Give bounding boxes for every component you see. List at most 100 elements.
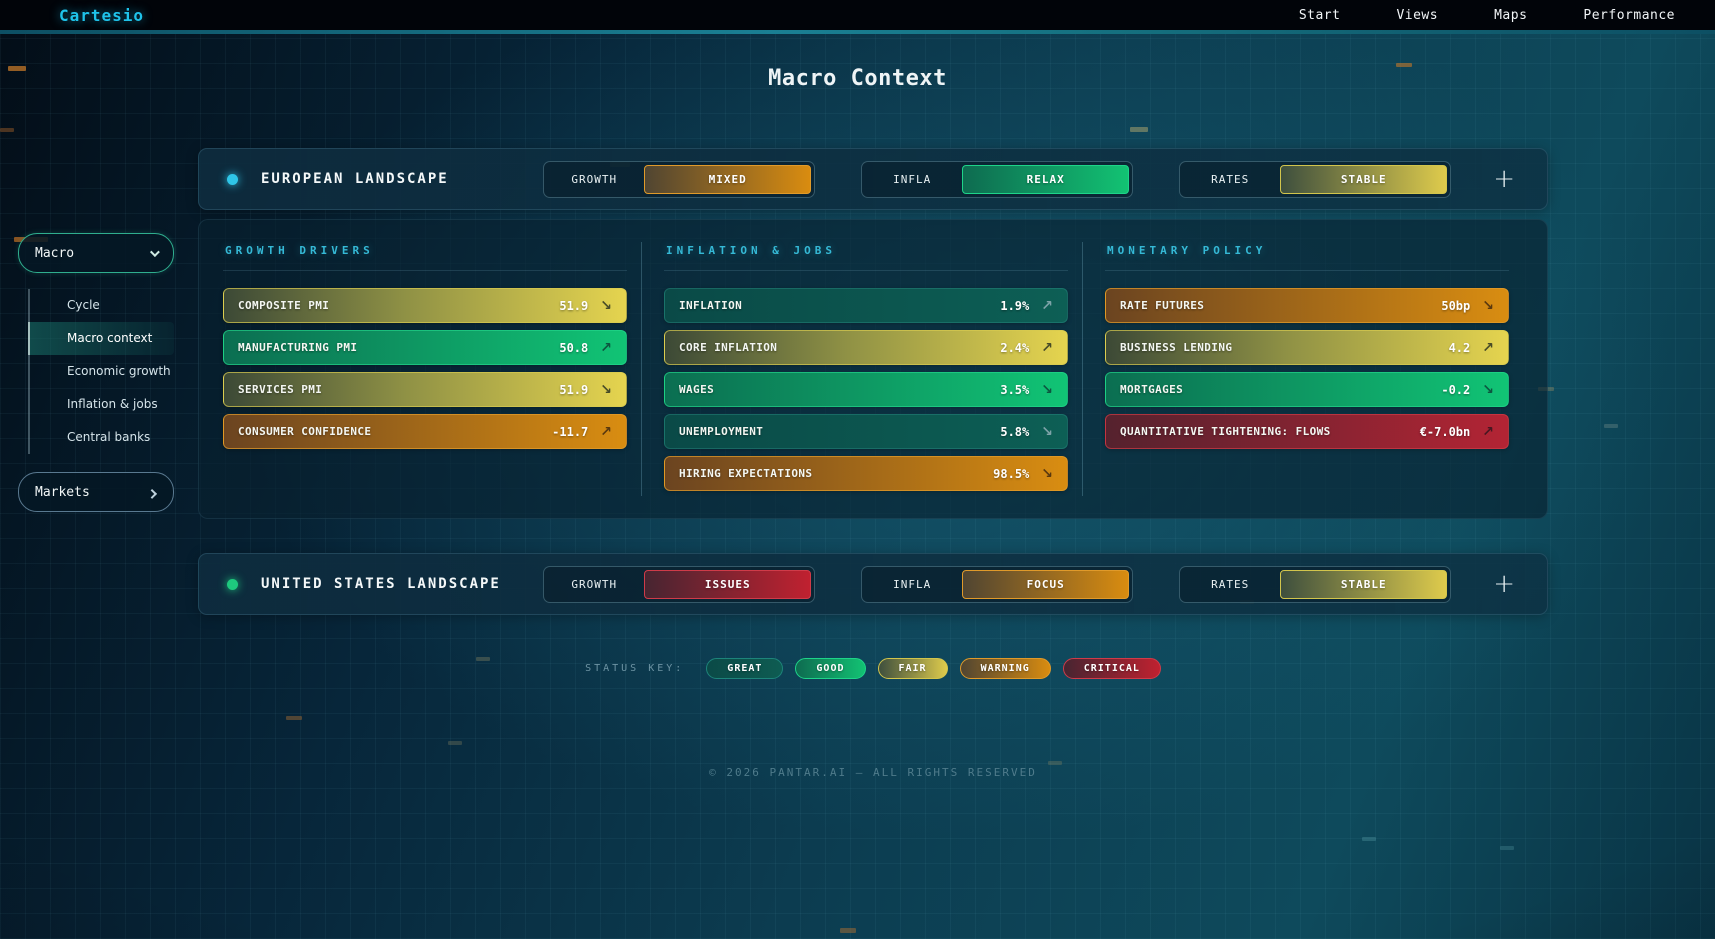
metric-manufacturing-pmi[interactable]: MANUFACTURING PMI50.8↗ [223,330,627,365]
metric-value: €-7.0bn [1420,425,1471,439]
metric-composite-pmi[interactable]: COMPOSITE PMI51.9 ↘ [223,288,627,323]
sidebar-item-economic-growth[interactable]: Economic growth [28,355,174,388]
badge-label: INFLA [862,173,962,186]
metric-value: 2.4% [1000,341,1029,355]
nav-start[interactable]: Start [1299,8,1341,23]
metric-unemployment[interactable]: UNEMPLOYMENT5.8%↘ [664,414,1068,449]
trend-down-icon: ↘ [600,299,612,313]
panel-badges: GROWTHISSUES INFLAFOCUS RATESSTABLE [543,566,1451,603]
metric-value: 50.8 [559,341,588,355]
metric-rate-futures[interactable]: RATE FUTURES50bp↘ [1105,288,1509,323]
metric-wages[interactable]: WAGES3.5%↘ [664,372,1068,407]
sidebar-markets-label: Markets [35,485,90,500]
sidebar-item-inflation-jobs[interactable]: Inflation & jobs [28,388,174,421]
trend-up-icon: ↗ [1041,299,1053,313]
sidebar-item-macro-context[interactable]: Macro context [28,322,174,355]
badge-rates[interactable]: RATESSTABLE [1179,566,1451,603]
badge-label: GROWTH [544,578,644,591]
metric-business-lending[interactable]: BUSINESS LENDING4.2↗ [1105,330,1509,365]
metric-value: 1.9% [1000,299,1029,313]
trend-up-icon: ↗ [1482,341,1494,355]
status-key-items: GREAT GOOD FAIR WARNING CRITICAL [706,658,1161,679]
metric-quantitative-tightening-flows[interactable]: QUANTITATIVE TIGHTENING: FLOWS€-7.0bn ↗ [1105,414,1509,449]
background-dash [1604,424,1618,428]
chevron-right-icon [147,488,157,498]
trend-down-icon: ↘ [1041,467,1053,481]
metric-services-pmi[interactable]: SERVICES PMI51.9↘ [223,372,627,407]
status-key-critical: CRITICAL [1063,658,1161,679]
brand-logo[interactable]: Cartesio [0,6,144,25]
metric-label: CONSUMER CONFIDENCE [238,425,552,438]
metric-label: INFLATION [679,299,1000,312]
metric-core-inflation[interactable]: CORE INFLATION2.4% ↗ [664,330,1068,365]
panel-united-states-landscape: UNITED STATES LANDSCAPE GROWTHISSUES INFL… [198,553,1548,615]
status-key-great: GREAT [706,658,783,679]
column-title: MONETARY POLICY [1107,244,1509,257]
footer-copyright: © 2026 PANTAR.AI — ALL RIGHTS RESERVED [198,766,1548,779]
metric-label: BUSINESS LENDING [1120,341,1449,354]
sidebar-item-cycle[interactable]: Cycle [28,289,174,322]
badge-value: MIXED [644,165,811,194]
metric-label: CORE INFLATION [679,341,1000,354]
badge-value: ISSUES [644,570,811,599]
metric-value: 51.9 [559,299,588,313]
status-key-fair: FAIR [878,658,948,679]
metric-label: COMPOSITE PMI [238,299,559,312]
add-button[interactable]: + [1487,571,1521,597]
panel-european-landscape: EUROPEAN LANDSCAPE GROWTHMIXED INFLARELAX… [198,148,1548,210]
nav-performance[interactable]: Performance [1583,8,1675,23]
metric-label: MANUFACTURING PMI [238,341,559,354]
metric-value: 5.8% [1000,425,1029,439]
metric-hiring-expectations[interactable]: HIRING EXPECTATIONS98.5%↘ [664,456,1068,491]
nav-views[interactable]: Views [1396,8,1438,23]
badge-infla[interactable]: INFLAFOCUS [861,566,1133,603]
badge-label: INFLA [862,578,962,591]
metric-value: -0.2 [1441,383,1470,397]
sidebar-markets-button[interactable]: Markets [18,472,174,512]
accent-line [0,30,1715,34]
column-growth-drivers: GROWTH DRIVERS COMPOSITE PMI51.9 ↘ MANUFACT… [223,242,641,496]
column-title: GROWTH DRIVERS [225,244,627,257]
badge-growth[interactable]: GROWTHISSUES [543,566,815,603]
metric-label: WAGES [679,383,1000,396]
top-bar: Cartesio Start Views Maps Performance [0,0,1715,30]
trend-down-icon: ↘ [600,383,612,397]
metric-label: QUANTITATIVE TIGHTENING: FLOWS [1120,425,1420,438]
badge-rates[interactable]: RATESSTABLE [1179,161,1451,198]
column-inflation-jobs: INFLATION & JOBSINFLATION1.9%↗CORE INFLA… [641,242,1082,496]
badge-value: STABLE [1280,570,1447,599]
column-monetary-policy: MONETARY POLICY RATE FUTURES50bp↘ BUSINESS… [1082,242,1523,496]
add-button[interactable]: + [1487,166,1521,192]
trend-down-icon: ↘ [1041,425,1053,439]
status-key: STATUS KEY: GREATGOODFAIRWARNINGCRITICAL [198,658,1548,679]
status-key-warning: WARNING [960,658,1051,679]
sidebar-macro-label: Macro [35,246,74,261]
metric-value: -11.7 [552,425,588,439]
trend-up-icon: ↗ [1041,341,1053,355]
panel-dot [227,579,238,590]
metric-label: MORTGAGES [1120,383,1441,396]
metric-value: 50bp [1441,299,1470,313]
metrics-panel: GROWTH DRIVERS COMPOSITE PMI51.9 ↘ MANUFACT… [198,219,1548,519]
metric-consumer-confidence[interactable]: CONSUMER CONFIDENCE-11.7 ↗ [223,414,627,449]
nav-maps[interactable]: Maps [1494,8,1527,23]
trend-up-icon: ↗ [1482,425,1494,439]
panel-title: UNITED STATES LANDSCAPE [261,576,539,592]
metric-inflation[interactable]: INFLATION1.9% ↗ [664,288,1068,323]
panel-badges: GROWTHMIXED INFLARELAX RATESSTABLE [543,161,1451,198]
status-key-good: GOOD [795,658,865,679]
metric-mortgages[interactable]: MORTGAGES-0.2↘ [1105,372,1509,407]
column-title: INFLATION & JOBS [666,244,1068,257]
trend-up-icon: ↗ [600,425,612,439]
badge-growth[interactable]: GROWTHMIXED [543,161,815,198]
app-root: Cartesio Start Views Maps Performance Macro… [0,0,1715,939]
badge-label: GROWTH [544,173,644,186]
background-dash [0,128,14,132]
sidebar-macro-button[interactable]: Macro [18,233,174,273]
column-divider [664,270,1068,271]
badge-infla[interactable]: INFLARELAX [861,161,1133,198]
metric-label: RATE FUTURES [1120,299,1441,312]
panel-dot [227,174,238,185]
sidebar-item-central-banks[interactable]: Central banks [28,421,174,454]
panel-title: EUROPEAN LANDSCAPE [261,171,539,187]
